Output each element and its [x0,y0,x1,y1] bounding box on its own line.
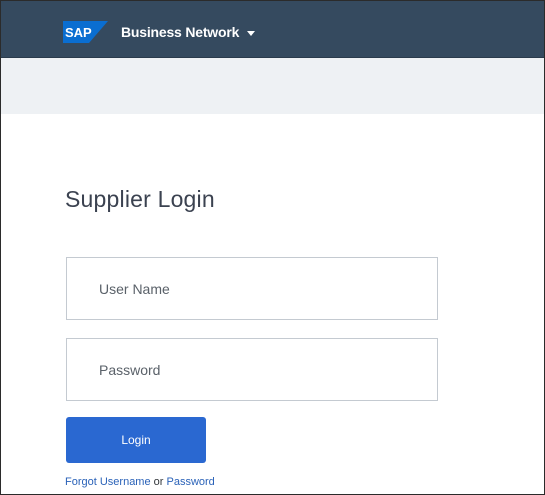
secondary-header-bar [1,58,544,114]
sap-logo-graphic: SAP [63,21,108,43]
login-button[interactable]: Login [66,417,206,463]
forgot-credentials-line: Forgot Username or Password [65,476,215,488]
forgot-or-text: or [150,476,167,488]
page-title: Supplier Login [65,186,215,212]
business-network-label: Business Network [121,24,240,40]
username-input[interactable] [67,258,437,319]
sap-logo[interactable]: SAP [63,21,108,43]
forgot-password-link[interactable]: Password [167,476,215,488]
sap-logo-text: SAP [65,25,92,40]
password-input[interactable] [67,339,437,400]
forgot-username-link[interactable]: Forgot Username [65,476,151,488]
caret-down-icon [247,30,256,36]
password-field [66,338,438,401]
top-navigation-bar: SAP Business Network [1,1,544,58]
business-network-menu[interactable]: Business Network [121,21,256,43]
page-frame: SAP Business Network Supplier Login Logi… [0,0,545,495]
username-field [66,257,438,320]
